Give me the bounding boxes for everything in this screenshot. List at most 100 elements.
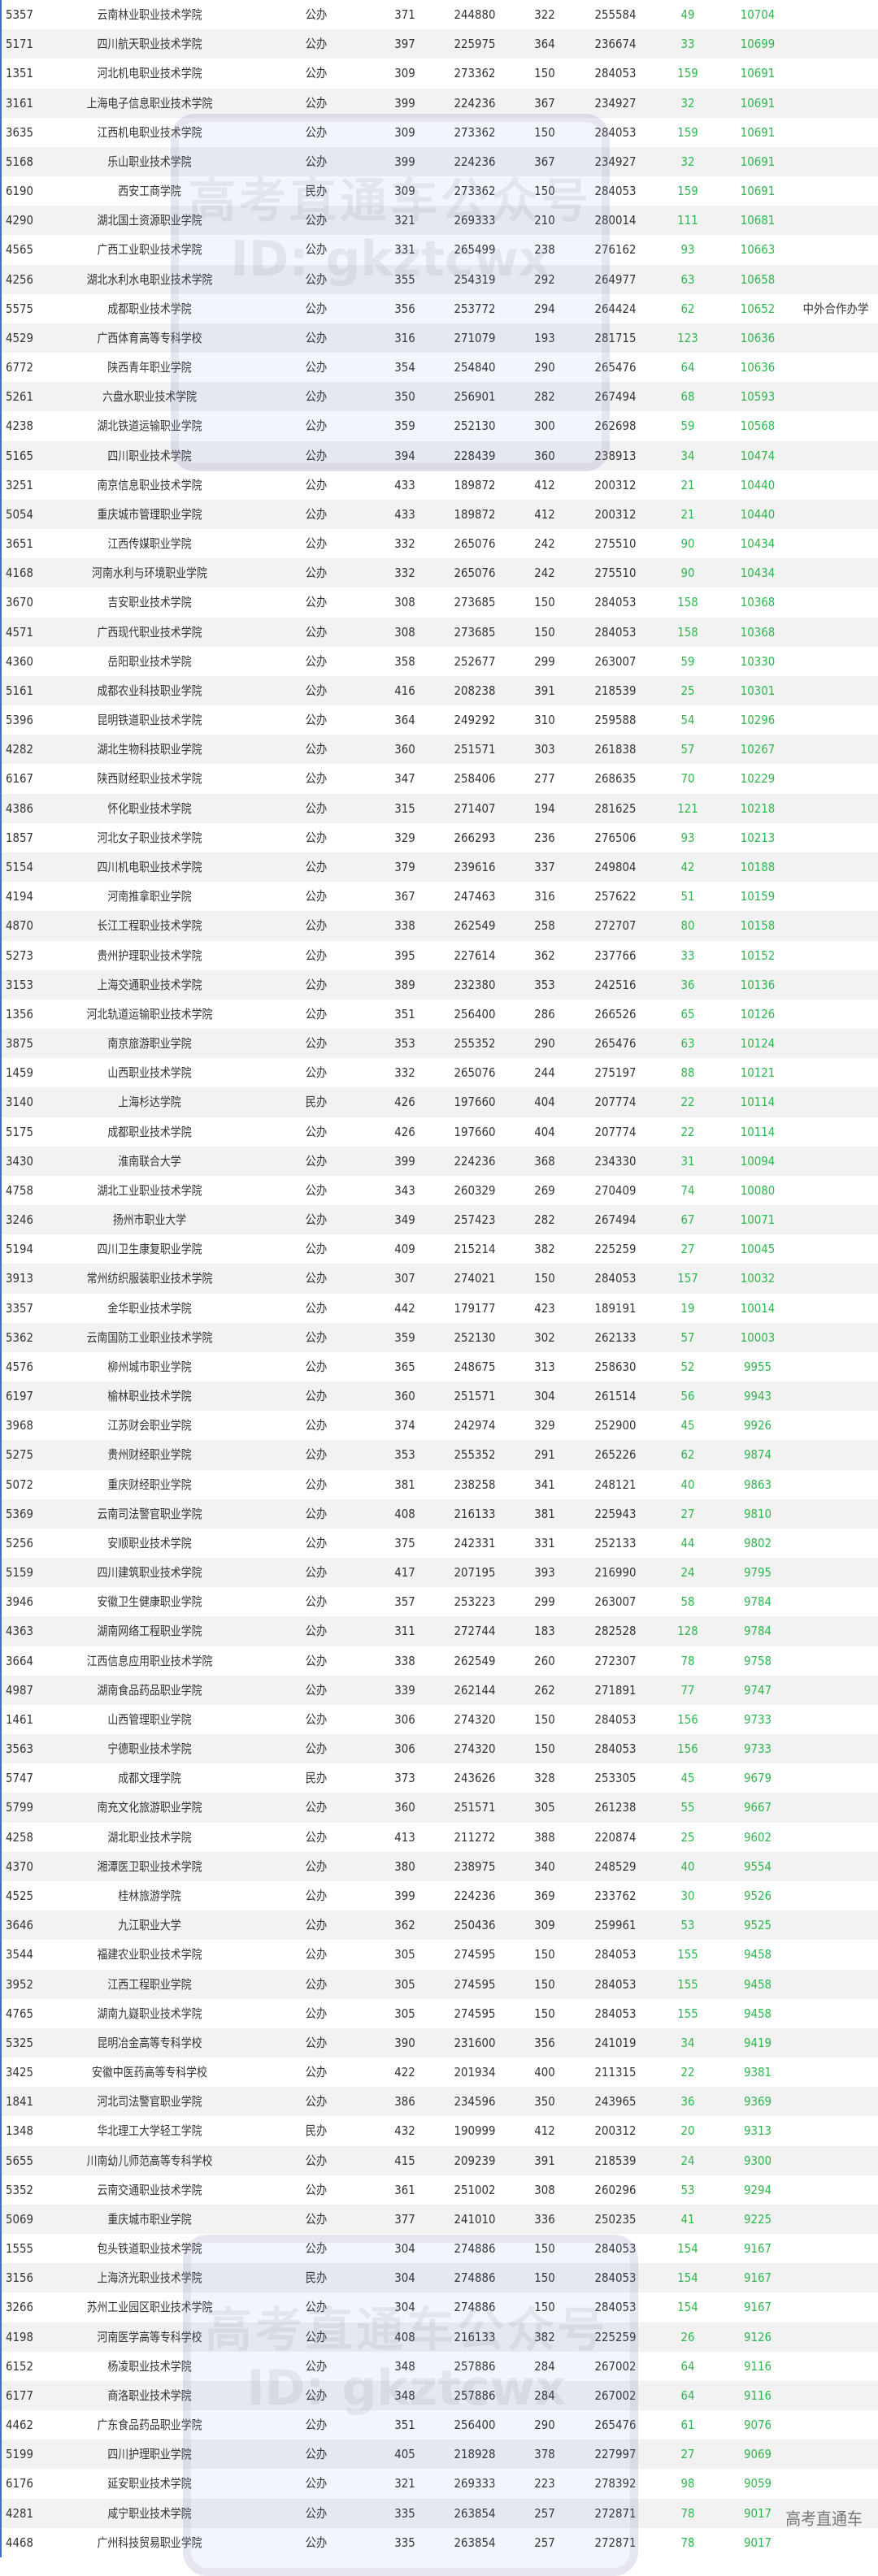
table-row: 5357 云南林业职业技术学院 公办 371 244880 322 255584 49 1070… bbox=[2, 0, 878, 29]
rank-diff: 9294 bbox=[744, 2182, 772, 2197]
table-row: 1459 山西职业技术学院 公办 332 265076 244 275197 88 10121 bbox=[2, 1058, 878, 1087]
score-1: 332 bbox=[394, 566, 415, 581]
school-type: 公办 bbox=[305, 566, 328, 581]
school-type: 公办 bbox=[305, 1300, 328, 1316]
rank-2: 252900 bbox=[594, 1418, 637, 1433]
rank-1: 273685 bbox=[454, 624, 496, 640]
rank-diff: 9526 bbox=[744, 1889, 772, 1903]
score-1: 433 bbox=[394, 477, 415, 492]
table-row: 5054 重庆城市管理职业学院 公办 433 189872 412 200312 21 1044… bbox=[2, 499, 878, 530]
score-1: 397 bbox=[394, 37, 415, 52]
score-2: 337 bbox=[534, 859, 555, 874]
school-code: 3251 bbox=[6, 477, 33, 492]
table-row: 3357 金华职业技术学院 公办 442 179177 423 189191 19 10014 bbox=[2, 1294, 878, 1323]
corner-watermark: 高考直通车 bbox=[785, 2509, 863, 2529]
score-diff: 154 bbox=[677, 2270, 698, 2286]
school-code: 5171 bbox=[6, 37, 33, 52]
school-name: 怀化职业技术学院 bbox=[107, 800, 192, 816]
school-name: 江西工程职业学院 bbox=[107, 1976, 192, 1992]
rank-diff: 10267 bbox=[740, 742, 776, 757]
school-code: 4194 bbox=[6, 889, 33, 904]
score-2: 299 bbox=[534, 1594, 555, 1610]
school-code: 4198 bbox=[6, 2329, 33, 2344]
rank-diff: 9167 bbox=[744, 2270, 772, 2286]
score-2: 381 bbox=[534, 1506, 555, 1521]
rank-1: 243626 bbox=[454, 1771, 496, 1786]
rank-2: 200312 bbox=[594, 2123, 637, 2139]
score-diff: 36 bbox=[680, 2094, 695, 2110]
score-diff: 22 bbox=[680, 1095, 695, 1110]
rank-diff: 9602 bbox=[744, 1829, 772, 1845]
score-1: 308 bbox=[394, 624, 415, 640]
school-code: 5325 bbox=[6, 2035, 33, 2050]
score-2: 331 bbox=[534, 1535, 555, 1550]
rank-diff: 10003 bbox=[740, 1329, 776, 1345]
score-diff: 30 bbox=[680, 1889, 695, 1903]
rank-1: 197660 bbox=[454, 1124, 496, 1139]
school-type: 公办 bbox=[305, 918, 328, 934]
score-2: 391 bbox=[534, 683, 555, 698]
rank-2: 255584 bbox=[594, 7, 637, 22]
score-2: 391 bbox=[534, 2153, 555, 2168]
school-code: 4462 bbox=[6, 2418, 33, 2433]
rank-2: 259961 bbox=[594, 1918, 637, 1933]
rank-diff: 10368 bbox=[740, 595, 776, 610]
school-name: 桂林旅游学院 bbox=[118, 1889, 181, 1903]
table-row: 5175 成都职业技术学院 公办 426 197660 404 207774 22 10114 bbox=[2, 1117, 878, 1147]
rank-diff: 10126 bbox=[740, 1006, 776, 1021]
score-2: 382 bbox=[534, 1242, 555, 1257]
school-name: 长江工程职业技术学院 bbox=[97, 918, 202, 934]
school-code: 4370 bbox=[6, 1858, 33, 1874]
score-diff: 45 bbox=[680, 1771, 695, 1786]
school-type: 公办 bbox=[305, 7, 328, 22]
rank-1: 189872 bbox=[454, 506, 496, 522]
school-name: 上海杉达学院 bbox=[118, 1095, 181, 1110]
table-row: 4360 岳阳职业技术学院 公办 358 252677 299 263007 59 10330 bbox=[2, 647, 878, 676]
table-row: 5194 四川卫生康复职业学院 公办 409 215214 382 225259 27 1004… bbox=[2, 1234, 878, 1264]
table-row: 3425 安徽中医药高等专科学校 公办 422 201934 400 211315 22 938… bbox=[2, 2058, 878, 2087]
rank-2: 207774 bbox=[594, 1124, 637, 1139]
rank-diff: 10330 bbox=[740, 653, 776, 669]
score-2: 150 bbox=[534, 2006, 555, 2021]
school-type: 公办 bbox=[305, 1271, 328, 1286]
school-code: 5575 bbox=[6, 301, 33, 316]
rank-2: 270409 bbox=[594, 1182, 637, 1198]
score-diff: 64 bbox=[680, 360, 695, 375]
school-code: 1459 bbox=[6, 1065, 33, 1081]
score-diff: 78 bbox=[680, 2505, 695, 2521]
score-2: 353 bbox=[534, 977, 555, 992]
table-row: 3246 扬州市职业大学 公办 349 257423 282 267494 67 10071 bbox=[2, 1205, 878, 1235]
rank-2: 265226 bbox=[594, 1447, 637, 1463]
table-row: 5154 四川机电职业技术学院 公办 379 239616 337 249804 42 1018… bbox=[2, 852, 878, 883]
score-2: 404 bbox=[534, 1095, 555, 1110]
score-2: 262 bbox=[534, 1682, 555, 1698]
score-diff: 45 bbox=[680, 1418, 695, 1433]
school-code: 3246 bbox=[6, 1212, 33, 1228]
score-1: 426 bbox=[394, 1095, 415, 1110]
rank-1: 258406 bbox=[454, 771, 496, 787]
school-code: 3952 bbox=[6, 1976, 33, 1992]
score-diff: 33 bbox=[680, 37, 695, 52]
school-type: 公办 bbox=[305, 1182, 328, 1198]
rank-diff: 10032 bbox=[740, 1271, 776, 1286]
school-type: 公办 bbox=[305, 1976, 328, 1992]
table-row: 3946 安徽卫生健康职业学院 公办 357 253223 299 263007 58 9784 bbox=[2, 1587, 878, 1616]
table-row: 3140 上海杉达学院 民办 426 197660 404 207774 22 10114 bbox=[2, 1087, 878, 1117]
school-type: 公办 bbox=[305, 2153, 328, 2168]
table-row: 5273 贵州护理职业技术学院 公办 395 227614 362 237766 33 1015… bbox=[2, 941, 878, 970]
rank-1: 239616 bbox=[454, 859, 496, 874]
rank-1: 272744 bbox=[454, 1624, 496, 1639]
score-diff: 27 bbox=[680, 2447, 695, 2462]
score-diff: 155 bbox=[677, 1976, 698, 1992]
score-diff: 65 bbox=[680, 1006, 695, 1021]
school-code: 3161 bbox=[6, 95, 33, 111]
rank-diff: 9874 bbox=[744, 1447, 772, 1463]
school-type: 公办 bbox=[305, 2094, 328, 2110]
rank-2: 260296 bbox=[594, 2182, 637, 2197]
rank-2: 275510 bbox=[594, 566, 637, 581]
rank-1: 262549 bbox=[454, 918, 496, 934]
score-diff: 128 bbox=[677, 1624, 698, 1639]
score-diff: 20 bbox=[680, 2123, 695, 2139]
rank-1: 274320 bbox=[454, 1711, 496, 1727]
school-code: 4386 bbox=[6, 800, 33, 816]
